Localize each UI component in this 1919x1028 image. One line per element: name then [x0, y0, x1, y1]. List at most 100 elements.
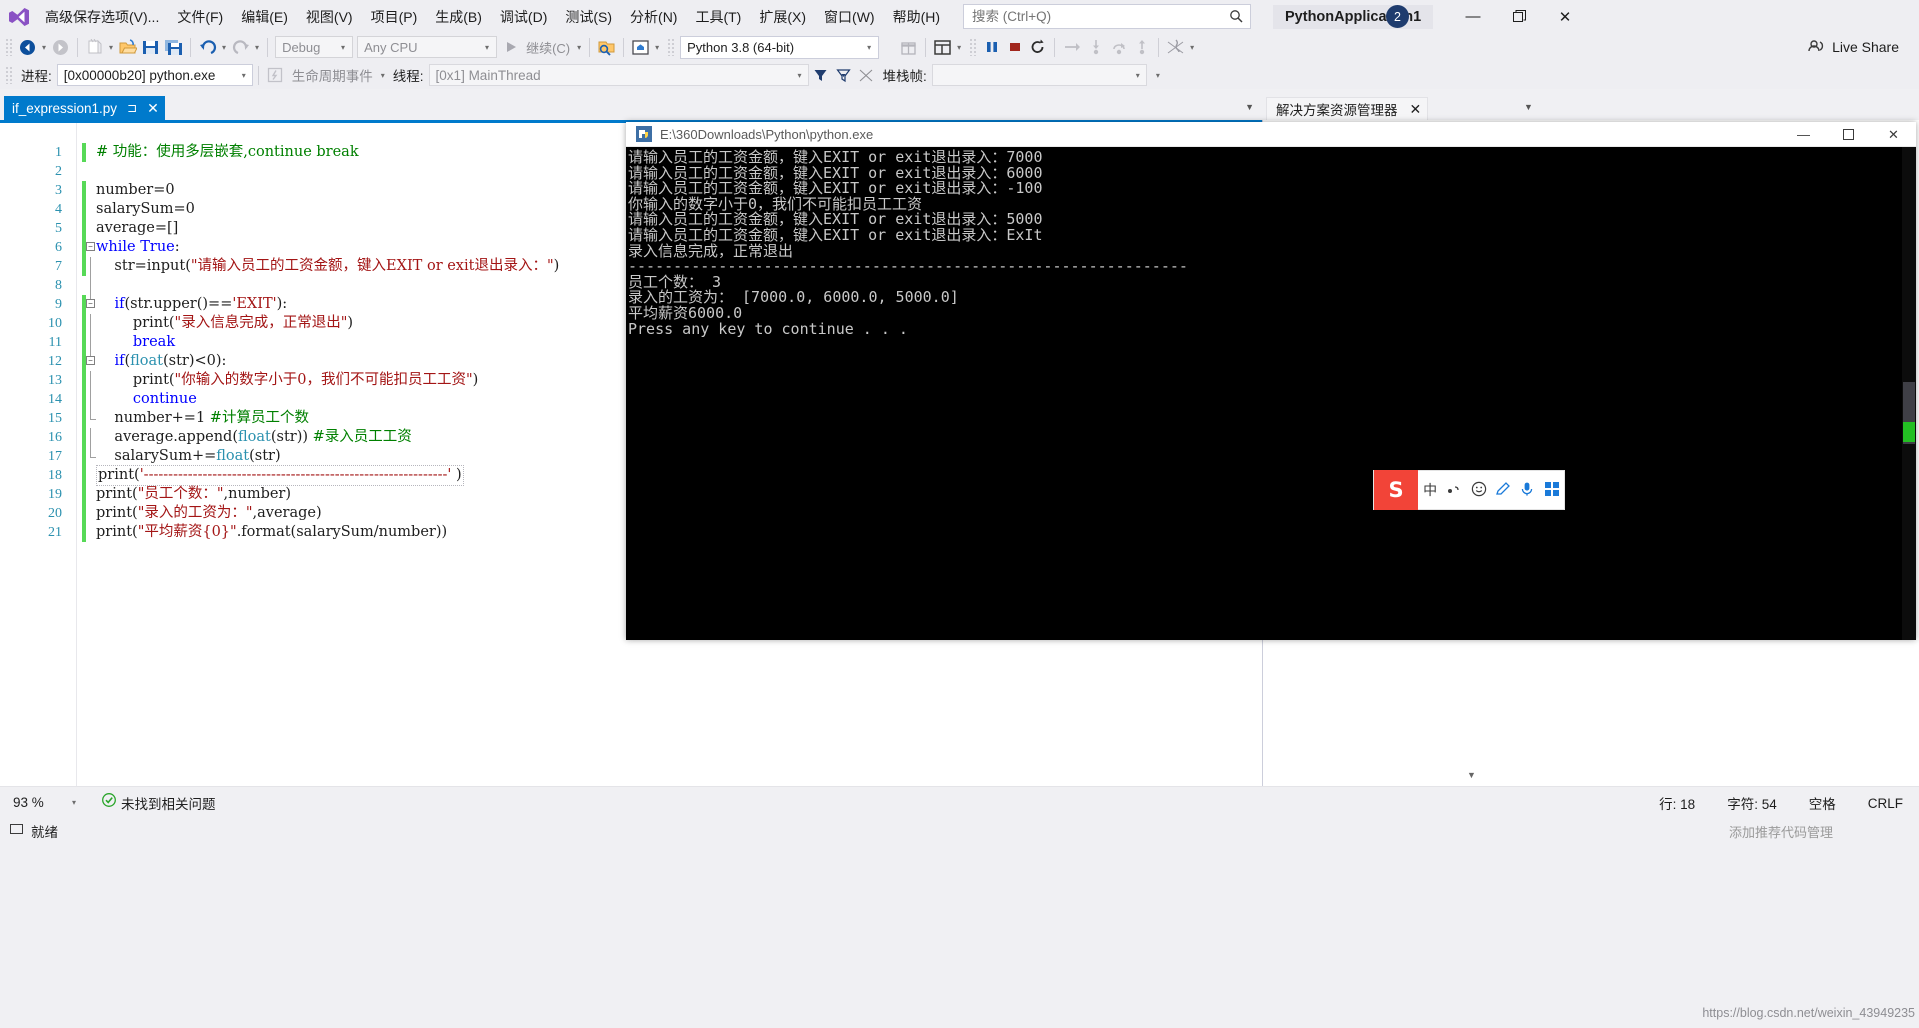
outlining-glyph[interactable]: [84, 466, 95, 485]
menu-item-0[interactable]: 高级保存选项(V)...: [36, 3, 168, 31]
collapse-box-icon[interactable]: −: [86, 242, 95, 251]
outlining-glyph[interactable]: [84, 504, 95, 523]
close-icon[interactable]: ✕: [1410, 101, 1422, 118]
new-project-dropdown[interactable]: ▾: [106, 43, 116, 52]
menu-item-debug[interactable]: 调试(D): [491, 3, 556, 31]
step-into-icon[interactable]: [1084, 35, 1107, 59]
menu-item-test[interactable]: 测试(S): [556, 3, 621, 31]
redo-dropdown[interactable]: ▾: [252, 43, 262, 52]
console-minimize-button[interactable]: —: [1781, 122, 1826, 147]
collapse-box-icon[interactable]: −: [86, 356, 95, 365]
outlining-glyph[interactable]: [84, 409, 96, 428]
lifecycle-events-icon[interactable]: [264, 63, 287, 87]
window-minimize-button[interactable]: —: [1450, 0, 1496, 33]
outlining-glyph[interactable]: [84, 219, 95, 238]
menu-item-help[interactable]: 帮助(H): [884, 3, 949, 31]
outlining-glyph[interactable]: −: [84, 352, 95, 371]
handwriting-icon[interactable]: [1491, 481, 1515, 500]
window-layout-dropdown[interactable]: ▾: [954, 43, 964, 52]
outlining-glyph[interactable]: [84, 485, 95, 504]
outlining-glyph[interactable]: [84, 314, 95, 333]
debugbar-overflow[interactable]: ▾: [1153, 71, 1163, 80]
outlining-glyph[interactable]: [84, 143, 95, 162]
stackframe-combo[interactable]: ▾: [931, 64, 1147, 86]
outlining-glyph[interactable]: −: [84, 238, 95, 257]
menu-item-analyze[interactable]: 分析(N): [621, 3, 686, 31]
solution-explorer-overflow-chevron-down-icon[interactable]: ▼: [1524, 102, 1533, 112]
navigate-back-icon[interactable]: [16, 35, 39, 59]
redo-icon[interactable]: [229, 35, 252, 59]
solution-explorer-tab[interactable]: 解决方案资源管理器 ✕: [1266, 97, 1429, 120]
menu-item-file[interactable]: 文件(F): [168, 3, 232, 31]
window-maximize-button[interactable]: [1496, 0, 1542, 33]
menu-item-view[interactable]: 视图(V): [297, 3, 362, 31]
flag-icon[interactable]: [855, 63, 878, 87]
hot-reload-icon[interactable]: [1164, 35, 1187, 59]
outlining-glyph[interactable]: [84, 447, 96, 466]
editor-tab-overflow-chevron-down-icon[interactable]: ▼: [1245, 102, 1254, 112]
toolbox-icon[interactable]: [1540, 481, 1564, 500]
open-file-icon[interactable]: [116, 35, 139, 59]
menu-item-edit[interactable]: 编辑(E): [232, 3, 297, 31]
pin-icon[interactable]: ⊐: [127, 101, 137, 115]
outlining-glyph[interactable]: [84, 428, 95, 447]
filter-icon[interactable]: [809, 63, 832, 87]
outlining-glyph[interactable]: [84, 276, 95, 295]
web-browser-icon[interactable]: [629, 35, 652, 59]
lifecycle-events-dropdown[interactable]: ▾: [378, 71, 388, 80]
debugbar-grip[interactable]: [5, 66, 14, 84]
search-input[interactable]: [970, 6, 1221, 27]
outlining-glyph[interactable]: [84, 162, 95, 181]
python-interpreter-combo[interactable]: Python 3.8 (64-bit) ▾: [680, 35, 880, 59]
navigate-forward-icon[interactable]: [49, 35, 72, 59]
half-width-icon[interactable]: [1442, 482, 1466, 499]
toolbar-grip[interactable]: [5, 38, 14, 56]
solution-platform-combo[interactable]: Any CPU ▾: [357, 36, 498, 58]
console-close-button[interactable]: ✕: [1871, 122, 1916, 147]
toolbar-grip-2[interactable]: [667, 38, 677, 56]
thread-combo[interactable]: [0x1] MainThread ▾: [428, 64, 809, 86]
menu-item-build[interactable]: 生成(B): [426, 3, 491, 31]
step-over-icon[interactable]: [1107, 35, 1130, 59]
attach-to-process-icon[interactable]: [595, 35, 618, 59]
play-icon[interactable]: [499, 35, 522, 59]
outlining-glyph[interactable]: [84, 523, 95, 542]
save-all-icon[interactable]: [162, 35, 185, 59]
step-out-icon[interactable]: [1130, 35, 1153, 59]
window-layout-icon[interactable]: [931, 35, 954, 59]
outlining-glyph[interactable]: −: [84, 295, 95, 314]
sogou-ime-logo-icon[interactable]: S: [1374, 470, 1418, 510]
hot-reload-dropdown[interactable]: ▾: [1187, 43, 1197, 52]
outlining-glyph[interactable]: [84, 200, 95, 219]
zoom-level-combo[interactable]: 93 % ▾: [6, 792, 84, 814]
console-maximize-button[interactable]: [1826, 122, 1871, 147]
menu-item-tools[interactable]: 工具(T): [686, 3, 750, 31]
outlining-glyph[interactable]: [84, 181, 95, 200]
ime-toolbar[interactable]: S 中: [1373, 470, 1565, 510]
continue-dropdown[interactable]: ▾: [574, 43, 584, 52]
pause-icon[interactable]: [980, 35, 1003, 59]
stop-icon[interactable]: [1003, 35, 1026, 59]
close-icon[interactable]: ✕: [147, 100, 159, 117]
process-combo[interactable]: [0x00000b20] python.exe ▾: [56, 64, 253, 86]
gift-icon[interactable]: [897, 35, 920, 59]
menu-item-project[interactable]: 项目(P): [362, 3, 427, 31]
console-scrollbar[interactable]: [1902, 147, 1916, 640]
ime-mode-chinese[interactable]: 中: [1418, 480, 1442, 500]
live-share-button[interactable]: Live Share: [1807, 39, 1899, 55]
outlining-glyph[interactable]: [84, 333, 95, 352]
restart-icon[interactable]: [1026, 35, 1049, 59]
window-close-button[interactable]: ✕: [1542, 0, 1588, 33]
console-window[interactable]: E:\360Downloads\Python\python.exe — ✕ 请输…: [626, 122, 1916, 640]
solution-config-combo[interactable]: Debug ▾: [275, 36, 354, 58]
filter-down-icon[interactable]: [832, 63, 855, 87]
undo-icon[interactable]: [196, 35, 219, 59]
editor-scroll-down-icon[interactable]: ▼: [1467, 770, 1476, 780]
continue-button-label[interactable]: 继续(C): [522, 38, 574, 57]
toolbar-grip-3[interactable]: [969, 38, 979, 56]
navigate-back-dropdown[interactable]: ▾: [39, 43, 49, 52]
lifecycle-events-label[interactable]: 生命周期事件: [287, 65, 378, 85]
menu-item-window[interactable]: 窗口(W): [815, 3, 884, 31]
outlining-glyph[interactable]: [84, 390, 95, 409]
outlining-glyph[interactable]: [84, 371, 95, 390]
